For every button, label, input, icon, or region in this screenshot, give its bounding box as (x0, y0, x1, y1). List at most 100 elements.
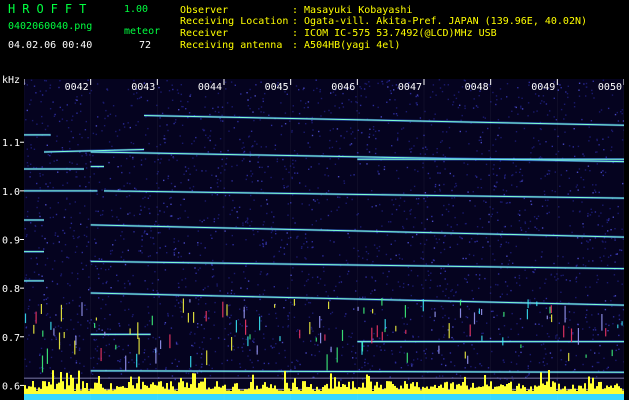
noise-dot (496, 211, 499, 214)
signal-bar (292, 382, 294, 394)
noise-dot (448, 203, 450, 206)
noise-dot (586, 321, 588, 323)
noise-dot (96, 363, 99, 365)
noise-dot (446, 224, 449, 226)
noise-dot (39, 367, 41, 369)
noise-dot (424, 153, 426, 155)
signal-bar (156, 385, 158, 394)
noise-dot (230, 314, 232, 317)
noise-dot (504, 174, 506, 176)
noise-dot (26, 234, 28, 236)
noise-dot (26, 215, 29, 218)
noise-dot (243, 150, 246, 153)
noise-dot (437, 350, 439, 352)
noise-dot (599, 256, 601, 259)
noise-dot (381, 210, 383, 212)
noise-dot (350, 127, 352, 129)
noise-dot (148, 320, 151, 322)
noise-dot (355, 357, 357, 359)
noise-dot (73, 237, 75, 240)
noise-dot (30, 144, 32, 146)
noise-dot (558, 216, 560, 218)
noise-dot (394, 99, 396, 101)
noise-dot (347, 232, 349, 235)
noise-dot (164, 323, 166, 325)
noise-dot (432, 91, 434, 93)
noise-dot (315, 79, 317, 81)
observer-value: : Masayuki Kobayashi (292, 5, 413, 16)
signal-bar (406, 383, 408, 394)
noise-dot (117, 360, 119, 362)
noise-dot (152, 336, 154, 339)
datetime: 04.02.06 00:40 (8, 40, 93, 51)
signal-bar (32, 381, 34, 394)
noise-dot (163, 135, 166, 137)
noise-dot (203, 316, 206, 318)
signal-bar (96, 382, 98, 394)
noise-dot (604, 308, 607, 311)
noise-dot (209, 135, 211, 137)
noise-dot (530, 203, 533, 206)
noise-dot (391, 213, 393, 215)
noise-dot (520, 351, 522, 354)
noise-dot (590, 120, 593, 122)
noise-dot (506, 83, 509, 85)
noise-dot (70, 357, 72, 359)
noise-dot (171, 189, 173, 191)
noise-dot (36, 263, 38, 265)
noise-dot (562, 143, 565, 145)
noise-dot (492, 208, 494, 210)
noise-dot (390, 221, 392, 223)
noise-dot (221, 362, 223, 365)
signal-bar (228, 390, 230, 394)
signal-bar (460, 385, 462, 394)
noise-dot (127, 280, 130, 282)
noise-dot (129, 182, 131, 185)
noise-dot (287, 214, 289, 216)
noise-dot (100, 307, 102, 310)
noise-dot (577, 323, 579, 326)
noise-dot (443, 241, 445, 244)
noise-dot (439, 188, 441, 191)
signal-bar (216, 381, 218, 394)
signal-bar (458, 383, 460, 394)
noise-dot (262, 239, 264, 241)
noise-dot (74, 251, 77, 253)
noise-dot (182, 106, 184, 108)
noise-dot (144, 196, 146, 198)
noise-dot (189, 95, 191, 97)
signal-bar (514, 390, 516, 394)
noise-dot (419, 242, 422, 245)
noise-dot (442, 308, 444, 310)
noise-dot (127, 344, 129, 347)
noise-dot (27, 308, 30, 310)
noise-dot (249, 208, 251, 210)
noise-dot (41, 235, 43, 237)
noise-dot (521, 97, 523, 99)
noise-dot (84, 176, 86, 178)
noise-dot (260, 106, 263, 108)
noise-dot (372, 338, 374, 340)
noise-dot (598, 111, 601, 113)
noise-dot (319, 91, 321, 93)
noise-dot (525, 231, 527, 233)
noise-dot (44, 128, 47, 131)
noise-dot (294, 367, 296, 369)
noise-dot (549, 317, 551, 319)
noise-dot (171, 84, 173, 86)
noise-dot (429, 177, 431, 179)
noise-dot (247, 218, 249, 220)
noise-dot (485, 163, 488, 166)
noise-dot (582, 328, 584, 330)
noise-dot (515, 131, 518, 133)
noise-dot (388, 270, 390, 273)
noise-dot (61, 350, 63, 352)
noise-dot (259, 119, 261, 121)
signal-bar (408, 388, 410, 394)
noise-dot (417, 275, 419, 277)
noise-dot (173, 252, 175, 254)
noise-dot (242, 224, 244, 226)
noise-dot (603, 255, 605, 257)
noise-dot (566, 92, 569, 95)
noise-dot (130, 141, 132, 144)
